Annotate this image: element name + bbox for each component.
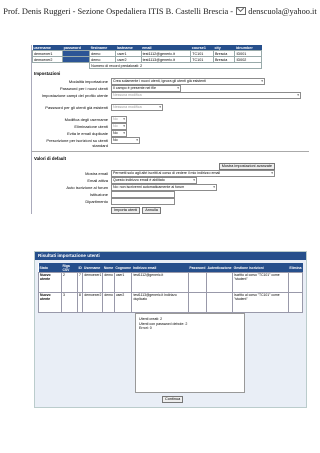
new-passwords-select[interactable]: Il campo è presente nel file [111, 85, 181, 92]
label-institution: Istituzione [89, 192, 108, 197]
cancel-button[interactable]: Annulla [142, 207, 161, 214]
label-auto-subscribe: Auto iscrizione al forum [66, 185, 108, 190]
institution-input[interactable] [111, 191, 175, 198]
department-input[interactable] [111, 198, 175, 205]
cell: user2 [113, 292, 133, 313]
label-email-active: Email attiva [87, 178, 108, 183]
cell: test1113@generic.it Indirizzo duplicato [131, 292, 189, 313]
mail-icon [236, 7, 247, 15]
cell: Iscritto al corso "TC101" come "student" [232, 272, 289, 293]
label-import-mode: Modalità importazione [68, 79, 108, 84]
show-email-select[interactable]: Permetti solo agli altri iscritti al cor… [111, 170, 275, 177]
cell: Nuovo utente [38, 272, 62, 293]
cell: demo [102, 272, 115, 293]
cell [205, 272, 234, 293]
label-duplicate-email: Evita le email duplicate [67, 131, 108, 136]
label-existing-passwords: Password per gli utenti già esistenti [45, 105, 108, 110]
cell [287, 292, 304, 313]
record-count: Numero di record predalorati: 2 [89, 62, 262, 69]
col-email: Indirizzo email [131, 263, 189, 273]
label-show-email: Mostra email [85, 171, 108, 176]
table-row: Nuovo utente 3 8 demoexer2 demo user2 te… [38, 292, 304, 313]
advanced-settings-button[interactable]: Mostra impostazioni avanzate [218, 163, 275, 170]
col-password: Password [188, 263, 207, 273]
import-users-button[interactable]: Importa utenti [111, 207, 141, 214]
cell [287, 272, 304, 293]
col-surname: Cognome [114, 263, 132, 273]
label-profile-fields: Impostazione campi del profilo utente [41, 93, 108, 98]
cell: 2 [60, 272, 78, 293]
profile-fields-select[interactable]: Nessuna modifica [111, 92, 301, 99]
col-csv-row: Riga CSV [61, 263, 78, 273]
cell: Iscritto al corso "TC101" come "student" [232, 292, 289, 313]
email-active-select[interactable]: Questo indirizzo email è abilitato [111, 177, 197, 184]
col-status: Stato [38, 263, 62, 273]
cell [205, 292, 234, 313]
cell [187, 272, 207, 293]
label-rename-usernames: Modifica degli username [64, 117, 108, 122]
cell: 3 [60, 292, 78, 313]
results-panel: Risultati importazione utenti Stato Riga… [34, 251, 307, 408]
defaults-title: Valori di default [34, 156, 66, 161]
existing-passwords-select[interactable]: Nessuna modifica [111, 104, 163, 111]
col-username: Username [82, 263, 103, 273]
label-standard-enrol: Prescrizione per iscrizioni su utenti st… [46, 138, 108, 148]
table-row: Nuovo utente 2 7 demoexer1 demo user1 te… [38, 272, 304, 293]
header-email: denscuola@yahoo.it [248, 7, 317, 16]
results-table: Stato Riga CSV ID Username Nome Cognome … [38, 263, 304, 313]
col-delete: Elimina [288, 263, 303, 273]
cell: demo [102, 292, 115, 313]
duplicate-email-select[interactable]: No [111, 130, 127, 137]
label-department: Dipartimento [85, 199, 108, 204]
results-title: Risultati importazione utenti [35, 252, 306, 260]
page-header: Prof. Denis Ruggeri - Sezione Ospedalier… [0, 7, 320, 16]
cell: test1112@generic.it [131, 272, 189, 293]
cell: demoexer1 [82, 272, 104, 293]
label-new-passwords: Password per i nuovi utenti [59, 86, 108, 91]
col-name: Nome [102, 263, 115, 273]
col-auth: Autenticazione [206, 263, 233, 273]
import-mode-select[interactable]: Crea solamente i nuovi utenti, ignora gl… [111, 78, 265, 85]
col-enrolments: Gestione iscrizioni [232, 263, 289, 273]
rename-usernames-select[interactable]: No [111, 116, 127, 123]
divider [32, 151, 309, 152]
delete-users-select[interactable]: No [111, 123, 127, 130]
label-delete-users: Eliminazione utenti [74, 124, 108, 129]
header-text: Prof. Denis Ruggeri - Sezione Ospedalier… [3, 7, 234, 16]
settings-title: Impostazioni [34, 71, 61, 76]
cell: user1 [113, 272, 133, 293]
standard-enrol-select[interactable]: No [111, 137, 140, 144]
cell: Nuovo utente [38, 292, 62, 313]
summary-box: Utenti creati: 2 Utenti con password deb… [135, 313, 245, 393]
cell [187, 292, 207, 313]
upload-preview-panel: username password firstname lastname ema… [31, 45, 309, 214]
continue-button[interactable]: Continua [162, 396, 184, 403]
cell: demoexer2 [82, 292, 104, 313]
preview-table: username password firstname lastname ema… [31, 45, 262, 69]
summary-errors: Errori: 0 [139, 326, 152, 330]
auto-subscribe-select[interactable]: No: non iscrivermi automaticamente ai fo… [111, 184, 217, 191]
